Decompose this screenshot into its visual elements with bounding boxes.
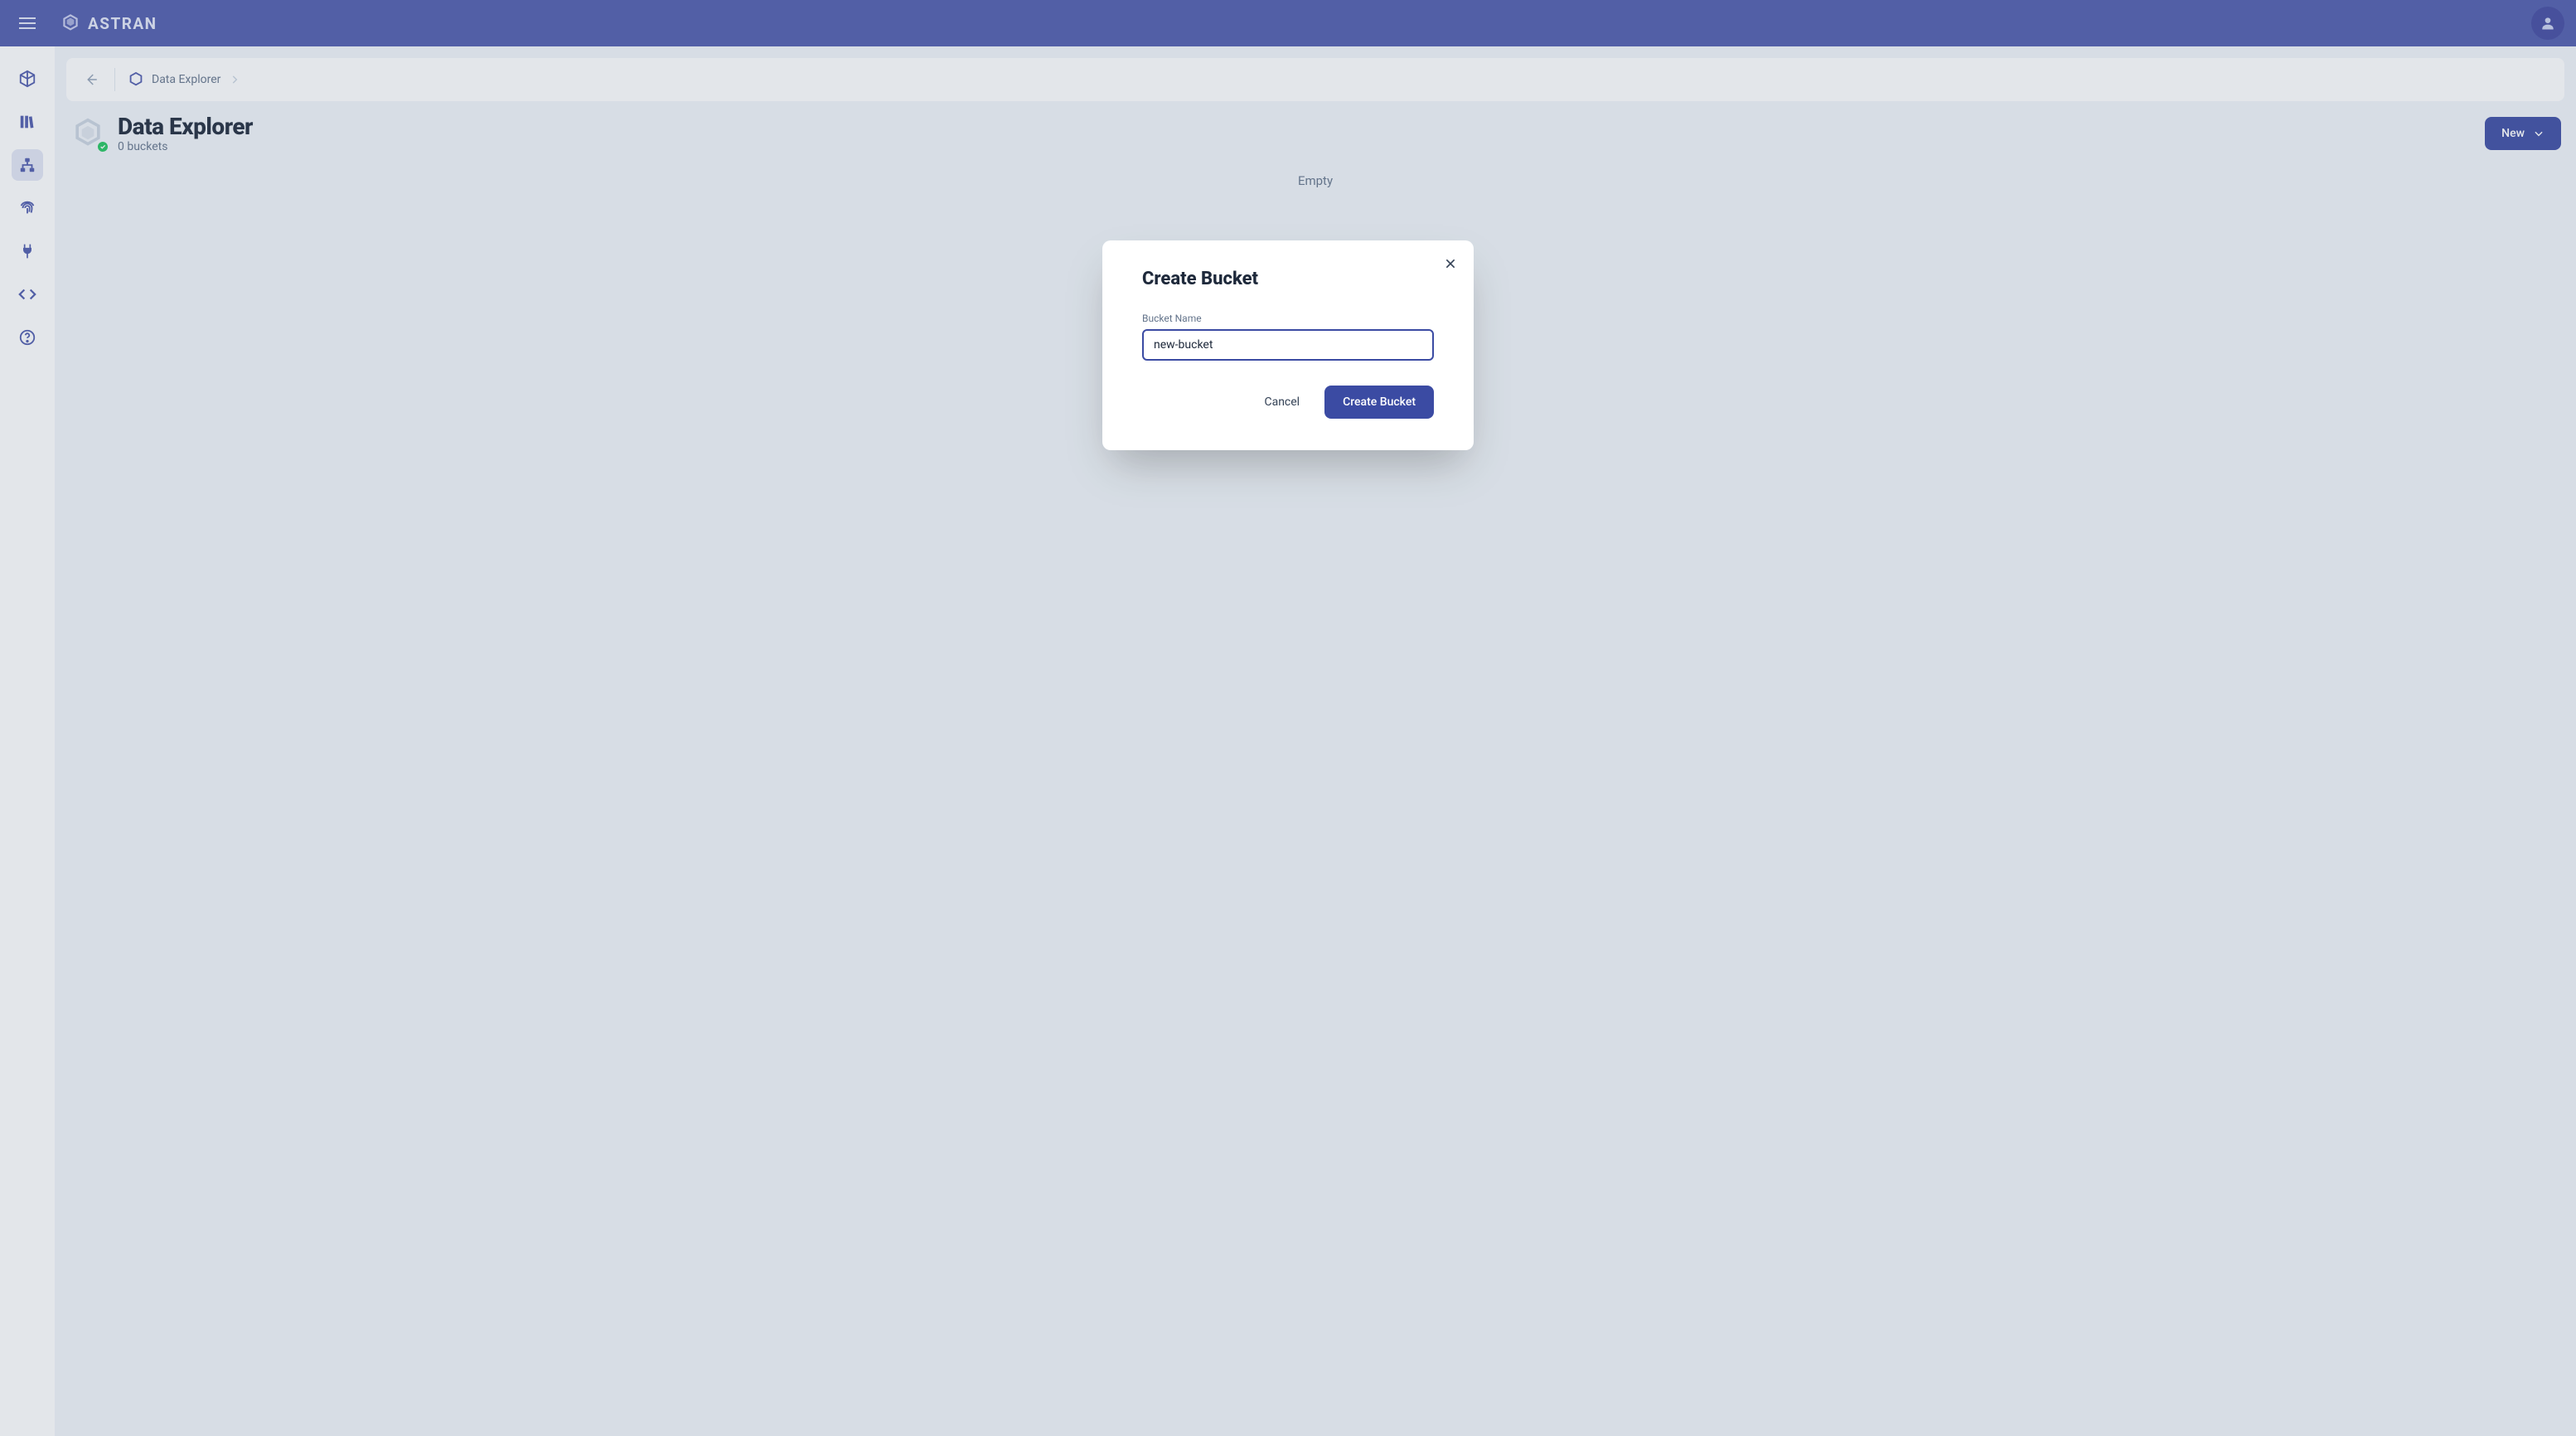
create-bucket-modal: Create Bucket Bucket Name Cancel Create … — [1102, 240, 1474, 450]
modal-overlay[interactable]: Create Bucket Bucket Name Cancel Create … — [0, 0, 2576, 1436]
modal-title: Create Bucket — [1142, 269, 1434, 289]
create-bucket-button[interactable]: Create Bucket — [1324, 386, 1434, 419]
cancel-button[interactable]: Cancel — [1246, 386, 1318, 419]
close-icon — [1444, 257, 1457, 270]
bucket-name-input[interactable] — [1142, 329, 1434, 361]
modal-close-button[interactable] — [1439, 252, 1462, 275]
bucket-name-label: Bucket Name — [1142, 313, 1434, 324]
modal-actions: Cancel Create Bucket — [1142, 386, 1434, 419]
